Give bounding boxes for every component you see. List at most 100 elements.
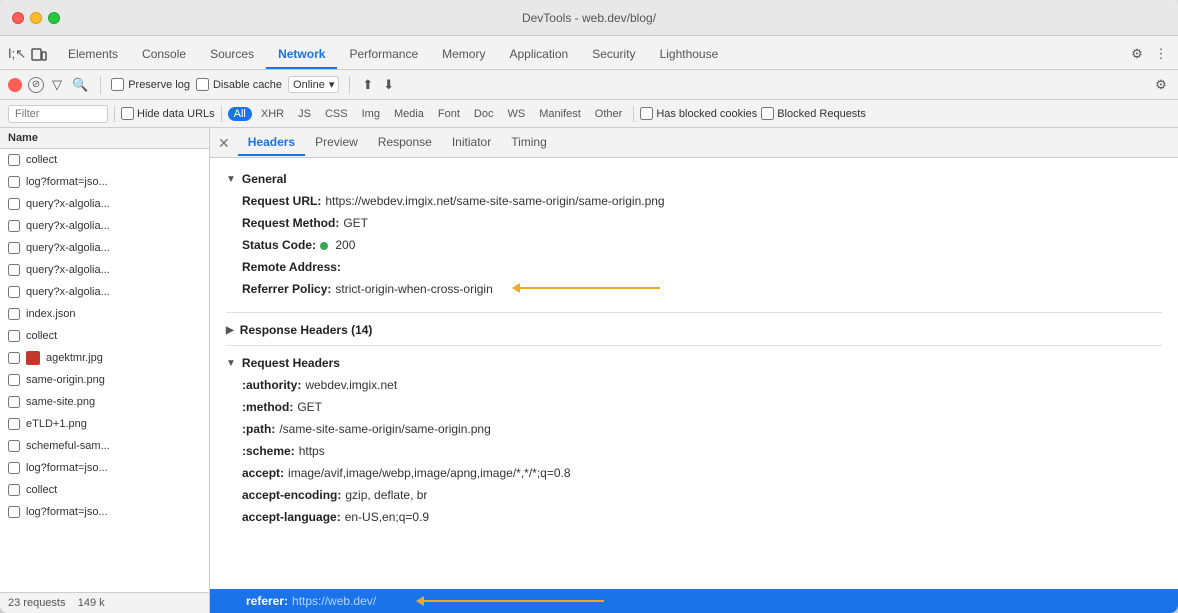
header-scheme: :scheme: https bbox=[242, 440, 1162, 462]
hide-data-urls-checkbox[interactable]: Hide data URLs bbox=[121, 107, 215, 120]
file-checkbox[interactable] bbox=[8, 308, 20, 320]
referer-value[interactable]: https://web.dev/ bbox=[292, 594, 376, 608]
clear-button[interactable]: ⊘ bbox=[28, 77, 44, 93]
tab-security[interactable]: Security bbox=[580, 41, 647, 69]
has-blocked-cookies-input[interactable] bbox=[640, 107, 653, 120]
filter-input[interactable] bbox=[8, 105, 108, 123]
request-url-row: Request URL: https://webdev.imgix.net/sa… bbox=[242, 190, 1162, 212]
detail-tab-response[interactable]: Response bbox=[368, 130, 442, 156]
filter-type-ws[interactable]: WS bbox=[502, 107, 530, 121]
file-checkbox[interactable] bbox=[8, 374, 20, 386]
file-item-same-origin-png[interactable]: same-origin.png bbox=[0, 369, 209, 391]
detail-content: ▼ General Request URL: https://webdev.im… bbox=[210, 158, 1178, 589]
upload-icon[interactable]: ⬆ bbox=[360, 77, 375, 93]
file-item-query-5[interactable]: query?x-algolia... bbox=[0, 281, 209, 303]
filter-sep-1 bbox=[114, 106, 115, 122]
detail-tab-preview[interactable]: Preview bbox=[305, 130, 368, 156]
file-checkbox[interactable] bbox=[8, 330, 20, 342]
file-checkbox[interactable] bbox=[8, 352, 20, 364]
file-checkbox[interactable] bbox=[8, 286, 20, 298]
filter-type-media[interactable]: Media bbox=[389, 107, 429, 121]
filter-type-js[interactable]: JS bbox=[293, 107, 316, 121]
filter-type-font[interactable]: Font bbox=[433, 107, 465, 121]
filter-type-manifest[interactable]: Manifest bbox=[534, 107, 586, 121]
search-icon[interactable]: 🔍 bbox=[70, 77, 90, 93]
disable-cache-checkbox[interactable]: Disable cache bbox=[196, 78, 282, 91]
file-checkbox[interactable] bbox=[8, 484, 20, 496]
preserve-log-checkbox[interactable]: Preserve log bbox=[111, 78, 190, 91]
cursor-icon[interactable]: Ⅰ;↖ bbox=[8, 45, 26, 63]
tab-application[interactable]: Application bbox=[497, 41, 580, 69]
detail-tab-headers[interactable]: Headers bbox=[238, 130, 305, 156]
filter-icon[interactable]: ▽ bbox=[50, 77, 64, 93]
header-authority: :authority: webdev.imgix.net bbox=[242, 374, 1162, 396]
close-button[interactable] bbox=[12, 12, 24, 24]
file-item-query-4[interactable]: query?x-algolia... bbox=[0, 259, 209, 281]
detail-tab-initiator[interactable]: Initiator bbox=[442, 130, 501, 156]
more-icon[interactable]: ⋮ bbox=[1152, 45, 1170, 63]
filter-type-img[interactable]: Img bbox=[357, 107, 385, 121]
tab-network[interactable]: Network bbox=[266, 41, 337, 69]
tab-console[interactable]: Console bbox=[130, 41, 198, 69]
file-checkbox[interactable] bbox=[8, 154, 20, 166]
blocked-requests-checkbox[interactable]: Blocked Requests bbox=[761, 107, 866, 120]
file-item-collect-3[interactable]: collect bbox=[0, 479, 209, 501]
request-headers-section-header[interactable]: ▼ Request Headers bbox=[226, 350, 1162, 374]
detail-tab-timing[interactable]: Timing bbox=[501, 130, 557, 156]
download-icon[interactable]: ⬇ bbox=[381, 77, 396, 93]
general-arrow-icon: ▼ bbox=[226, 174, 236, 185]
device-toggle-icon[interactable] bbox=[30, 45, 48, 63]
file-checkbox[interactable] bbox=[8, 462, 20, 474]
detail-close-button[interactable]: ✕ bbox=[218, 136, 230, 150]
file-item-log-1[interactable]: log?format=jso... bbox=[0, 171, 209, 193]
tab-memory[interactable]: Memory bbox=[430, 41, 497, 69]
filter-type-doc[interactable]: Doc bbox=[469, 107, 499, 121]
record-button[interactable] bbox=[8, 78, 22, 92]
file-item-collect-2[interactable]: collect bbox=[0, 325, 209, 347]
file-item-same-site-png[interactable]: same-site.png bbox=[0, 391, 209, 413]
filter-type-other[interactable]: Other bbox=[590, 107, 628, 121]
network-settings-icon[interactable]: ⚙ bbox=[1152, 76, 1170, 94]
file-item-agektmr-jpg[interactable]: agektmr.jpg bbox=[0, 347, 209, 369]
general-section-header[interactable]: ▼ General bbox=[226, 166, 1162, 190]
settings-icon[interactable]: ⚙ bbox=[1128, 45, 1146, 63]
file-checkbox[interactable] bbox=[8, 396, 20, 408]
file-item-etld-png[interactable]: eTLD+1.png bbox=[0, 413, 209, 435]
file-item-query-1[interactable]: query?x-algolia... bbox=[0, 193, 209, 215]
file-checkbox[interactable] bbox=[8, 506, 20, 518]
filter-type-all[interactable]: All bbox=[228, 107, 252, 121]
file-checkbox[interactable] bbox=[8, 242, 20, 254]
referer-row[interactable]: referer: https://web.dev/ bbox=[210, 589, 1178, 613]
file-item-log-3[interactable]: log?format=jso... bbox=[0, 501, 209, 523]
file-item-index-json[interactable]: index.json bbox=[0, 303, 209, 325]
header-accept-language: accept-language: en-US,en;q=0.9 bbox=[242, 506, 1162, 528]
file-checkbox[interactable] bbox=[8, 418, 20, 430]
tab-elements[interactable]: Elements bbox=[56, 41, 130, 69]
file-item-query-3[interactable]: query?x-algolia... bbox=[0, 237, 209, 259]
file-checkbox[interactable] bbox=[8, 264, 20, 276]
filter-type-css[interactable]: CSS bbox=[320, 107, 353, 121]
file-checkbox[interactable] bbox=[8, 220, 20, 232]
status-code-row: Status Code: 200 bbox=[242, 234, 1162, 256]
has-blocked-cookies-checkbox[interactable]: Has blocked cookies bbox=[640, 107, 757, 120]
blocked-requests-input[interactable] bbox=[761, 107, 774, 120]
preserve-log-input[interactable] bbox=[111, 78, 124, 91]
hide-data-urls-input[interactable] bbox=[121, 107, 134, 120]
tab-sources[interactable]: Sources bbox=[198, 41, 266, 69]
file-checkbox[interactable] bbox=[8, 176, 20, 188]
filter-type-xhr[interactable]: XHR bbox=[256, 107, 289, 121]
file-item-log-2[interactable]: log?format=jso... bbox=[0, 457, 209, 479]
file-item-schemeful[interactable]: schemeful-sam... bbox=[0, 435, 209, 457]
filter-sep-2 bbox=[221, 106, 222, 122]
tab-performance[interactable]: Performance bbox=[337, 41, 430, 69]
disable-cache-input[interactable] bbox=[196, 78, 209, 91]
throttle-select[interactable]: Online ▾ bbox=[288, 76, 339, 93]
file-item-query-2[interactable]: query?x-algolia... bbox=[0, 215, 209, 237]
response-headers-section-header[interactable]: ▶ Response Headers (14) bbox=[226, 317, 1162, 341]
tab-lighthouse[interactable]: Lighthouse bbox=[648, 41, 731, 69]
file-checkbox[interactable] bbox=[8, 440, 20, 452]
maximize-button[interactable] bbox=[48, 12, 60, 24]
minimize-button[interactable] bbox=[30, 12, 42, 24]
file-checkbox[interactable] bbox=[8, 198, 20, 210]
file-item-collect-1[interactable]: collect bbox=[0, 149, 209, 171]
